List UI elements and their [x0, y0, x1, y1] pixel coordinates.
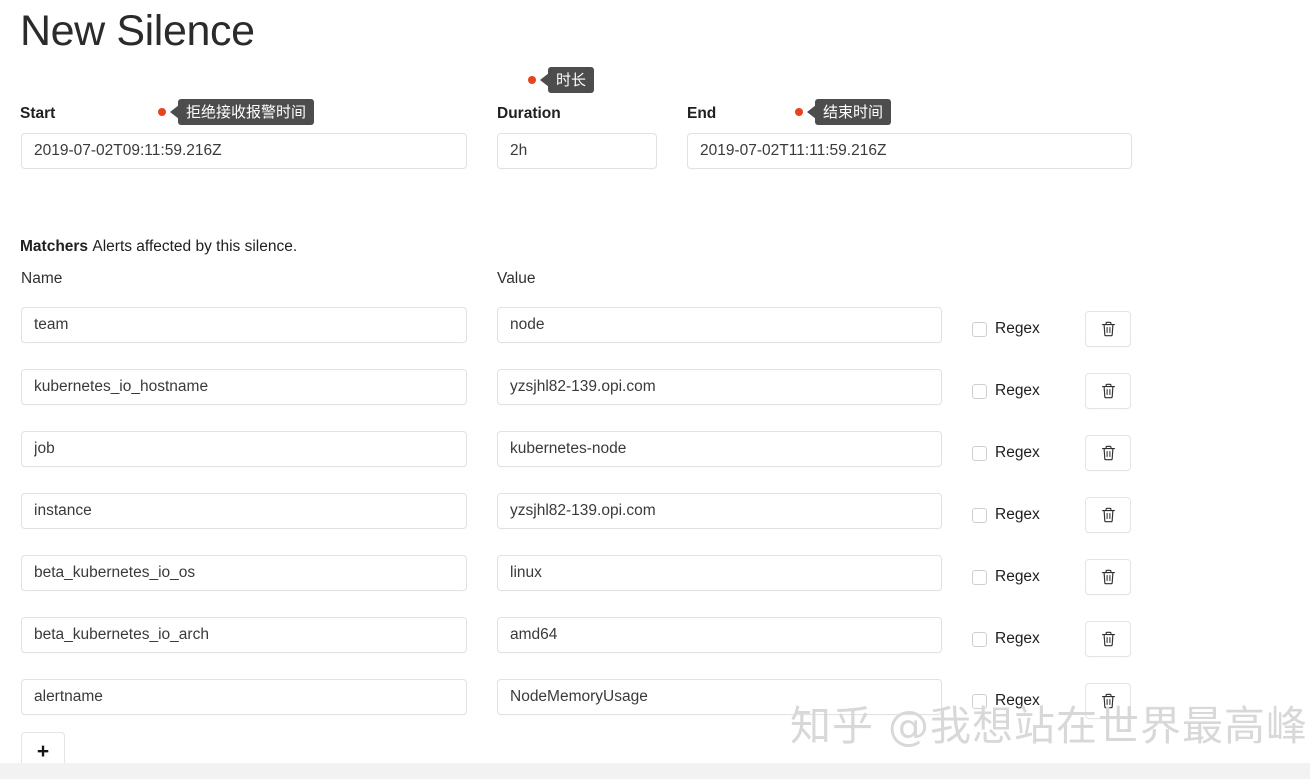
matchers-description: Alerts affected by this silence. — [92, 238, 298, 255]
regex-checkbox[interactable] — [972, 445, 987, 461]
regex-toggle[interactable]: Regex — [972, 443, 1040, 463]
delete-matcher-button[interactable] — [1085, 311, 1131, 347]
delete-matcher-button[interactable] — [1085, 621, 1131, 657]
matcher-value-input[interactable] — [497, 493, 942, 529]
regex-toggle[interactable]: Regex — [972, 629, 1040, 649]
matcher-value-input[interactable] — [497, 617, 942, 653]
regex-toggle[interactable]: Regex — [972, 567, 1040, 587]
regex-label: Regex — [995, 568, 1040, 585]
matcher-name-input[interactable] — [21, 679, 467, 715]
delete-matcher-button[interactable] — [1085, 373, 1131, 409]
delete-matcher-button[interactable] — [1085, 435, 1131, 471]
matcher-value-input[interactable] — [497, 369, 942, 405]
regex-checkbox[interactable] — [972, 631, 987, 647]
start-input[interactable] — [21, 133, 467, 169]
regex-toggle[interactable]: Regex — [972, 691, 1040, 711]
regex-label: Regex — [995, 630, 1040, 647]
delete-matcher-button[interactable] — [1085, 683, 1131, 719]
start-tooltip-dot-icon — [158, 108, 166, 116]
regex-checkbox[interactable] — [972, 507, 987, 523]
start-tooltip-text: 拒绝接收报警时间 — [178, 99, 315, 125]
matchers-title: Matchers — [20, 238, 89, 255]
end-tooltip-dot-icon — [795, 108, 803, 116]
matcher-value-input[interactable] — [497, 307, 942, 343]
column-header-value: Value — [497, 270, 536, 287]
regex-toggle[interactable]: Regex — [972, 505, 1040, 525]
page-title: New Silence — [20, 7, 255, 55]
regex-checkbox[interactable] — [972, 321, 987, 337]
matcher-name-input[interactable] — [21, 431, 467, 467]
duration-tooltip-text: 时长 — [548, 67, 595, 93]
matcher-name-input[interactable] — [21, 307, 467, 343]
regex-label: Regex — [995, 692, 1040, 709]
regex-toggle[interactable]: Regex — [972, 381, 1040, 401]
regex-checkbox[interactable] — [972, 383, 987, 399]
end-input[interactable] — [687, 133, 1132, 169]
duration-tooltip-dot-icon — [528, 76, 536, 84]
matcher-name-input[interactable] — [21, 617, 467, 653]
matcher-name-input[interactable] — [21, 493, 467, 529]
trash-icon — [1101, 569, 1116, 585]
bottom-bar — [0, 763, 1310, 779]
duration-label: Duration — [497, 105, 561, 122]
trash-icon — [1101, 445, 1116, 461]
end-label: End — [687, 105, 717, 122]
delete-matcher-button[interactable] — [1085, 497, 1131, 533]
end-tooltip-text: 结束时间 — [815, 99, 892, 125]
regex-checkbox[interactable] — [972, 693, 987, 709]
trash-icon — [1101, 631, 1116, 647]
matcher-name-input[interactable] — [21, 555, 467, 591]
start-label: Start — [20, 105, 56, 122]
matcher-name-input[interactable] — [21, 369, 467, 405]
matcher-value-input[interactable] — [497, 555, 942, 591]
duration-tooltip: 时长 — [528, 67, 595, 93]
trash-icon — [1101, 693, 1116, 709]
matchers-heading: Matchers Alerts affected by this silence… — [20, 237, 297, 257]
start-tooltip: 拒绝接收报警时间 — [158, 99, 315, 125]
regex-label: Regex — [995, 382, 1040, 399]
regex-label: Regex — [995, 320, 1040, 337]
trash-icon — [1101, 507, 1116, 523]
trash-icon — [1101, 383, 1116, 399]
column-header-name: Name — [21, 270, 63, 287]
regex-toggle[interactable]: Regex — [972, 319, 1040, 339]
regex-label: Regex — [995, 506, 1040, 523]
delete-matcher-button[interactable] — [1085, 559, 1131, 595]
matcher-value-input[interactable] — [497, 431, 942, 467]
matcher-value-input[interactable] — [497, 679, 942, 715]
new-silence-page: New Silence Start Duration End 拒绝接收报警时间 … — [0, 0, 1310, 779]
regex-checkbox[interactable] — [972, 569, 987, 585]
end-tooltip: 结束时间 — [795, 99, 892, 125]
trash-icon — [1101, 321, 1116, 337]
regex-label: Regex — [995, 444, 1040, 461]
duration-input[interactable] — [497, 133, 657, 169]
